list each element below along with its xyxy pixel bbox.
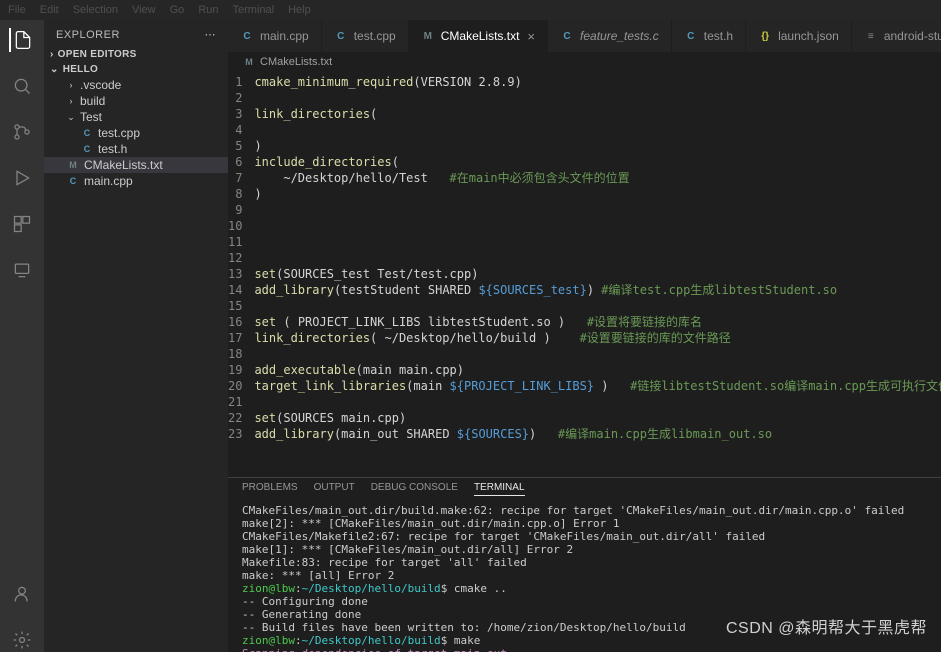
line-gutter: 1 2 3 4 5 6 7 8 9 10 11 12 13 14 15 16 1…	[228, 72, 254, 477]
tab-launch-json[interactable]: {} launch.json	[746, 20, 852, 52]
file-icon: C	[684, 29, 698, 43]
menu-item[interactable]: Selection	[73, 4, 118, 16]
file-icon: C	[240, 29, 254, 43]
tree-item-test-cpp[interactable]: Ctest.cpp	[44, 125, 228, 141]
panel-tab-terminal[interactable]: TERMINAL	[474, 482, 525, 496]
file-icon: C	[334, 29, 348, 43]
tree-item-build[interactable]: › build	[44, 93, 228, 109]
run-icon[interactable]	[10, 166, 34, 190]
tab-label: test.cpp	[354, 29, 396, 43]
tab-label: main.cpp	[260, 29, 309, 43]
tree-item-Test[interactable]: ⌄ Test	[44, 109, 228, 125]
menu-item[interactable]: Help	[288, 4, 311, 16]
menu-item[interactable]: View	[132, 4, 156, 16]
explorer-sidebar: EXPLORER ⋯ ›OPEN EDITORS ⌄HELLO ›.vscode…	[44, 20, 228, 652]
extensions-icon[interactable]	[10, 212, 34, 236]
explorer-title: EXPLORER	[56, 29, 120, 41]
source-control-icon[interactable]	[10, 120, 34, 144]
more-icon[interactable]: ⋯	[205, 28, 217, 41]
breadcrumb[interactable]: M CMakeLists.txt	[228, 52, 941, 72]
code-editor[interactable]: 1 2 3 4 5 6 7 8 9 10 11 12 13 14 15 16 1…	[228, 72, 941, 477]
close-icon[interactable]: ×	[527, 29, 535, 44]
open-editors-label: OPEN EDITORS	[58, 49, 137, 60]
menubar: File Edit Selection View Go Run Terminal…	[0, 0, 941, 20]
tab-android-studio-sh[interactable]: ≡ android-studio.sh	[852, 20, 941, 52]
panel-tab-output[interactable]: OUTPUT	[314, 482, 355, 496]
panel-tab-debug-console[interactable]: DEBUG CONSOLE	[371, 482, 458, 496]
menu-item[interactable]: File	[8, 4, 26, 16]
open-editors-header[interactable]: ›OPEN EDITORS	[44, 47, 228, 62]
editor-tabs: Cmain.cppCtest.cppMCMakeLists.txt×Cfeatu…	[228, 20, 941, 52]
tab-label: launch.json	[778, 29, 839, 43]
tab-label: feature_tests.c	[580, 29, 659, 43]
folder-root-label: HELLO	[63, 64, 98, 75]
remote-icon[interactable]	[10, 258, 34, 282]
file-icon: {}	[758, 29, 772, 43]
tree-label: build	[80, 94, 105, 108]
tree-label: Test	[80, 110, 102, 124]
tree-label: main.cpp	[84, 174, 133, 188]
tab-main-cpp[interactable]: Cmain.cpp	[228, 20, 322, 52]
tree-label: CMakeLists.txt	[84, 158, 163, 172]
tab-label: android-studio.sh	[884, 29, 941, 43]
panel-tab-problems[interactable]: PROBLEMS	[242, 482, 298, 496]
menu-item[interactable]: Terminal	[233, 4, 275, 16]
code-content[interactable]: cmake_minimum_required(VERSION 2.8.9) li…	[254, 72, 941, 477]
tab-CMakeLists-txt[interactable]: M CMakeLists.txt ×	[409, 20, 548, 52]
file-icon: M	[421, 29, 435, 43]
breadcrumb-file: CMakeLists.txt	[260, 56, 332, 68]
file-icon: M	[66, 158, 80, 172]
tab-label: test.h	[704, 29, 733, 43]
file-icon: ≡	[864, 29, 878, 43]
tab-test-h[interactable]: Ctest.h	[672, 20, 746, 52]
activity-bar	[0, 20, 44, 652]
tree-item-main-cpp[interactable]: Cmain.cpp	[44, 173, 228, 189]
bottom-panel: PROBLEMS OUTPUT DEBUG CONSOLE TERMINAL CMak…	[228, 477, 941, 652]
tree-label: .vscode	[80, 78, 121, 92]
cmake-file-icon: M	[242, 55, 256, 69]
tab-test-cpp[interactable]: Ctest.cpp	[322, 20, 409, 52]
tab-label: CMakeLists.txt	[441, 29, 520, 43]
files-icon[interactable]	[9, 28, 33, 52]
tab-feature_tests-c[interactable]: Cfeature_tests.c	[548, 20, 672, 52]
file-icon: C	[80, 142, 94, 156]
gear-icon[interactable]	[10, 628, 34, 652]
chevron-icon: ›	[66, 96, 76, 106]
tree-item-CMakeLists-txt[interactable]: M CMakeLists.txt	[44, 157, 228, 173]
folder-root-header[interactable]: ⌄HELLO	[44, 62, 228, 77]
tree-label: test.cpp	[98, 126, 140, 140]
panel-tabs: PROBLEMS OUTPUT DEBUG CONSOLE TERMINAL	[228, 478, 941, 500]
menu-item[interactable]: Edit	[40, 4, 59, 16]
account-icon[interactable]	[10, 582, 34, 606]
menu-item[interactable]: Go	[170, 4, 185, 16]
tree-item--vscode[interactable]: › .vscode	[44, 77, 228, 93]
terminal-output[interactable]: CMakeFiles/main_out.dir/build.make:62: r…	[228, 500, 941, 652]
tree-item-test-h[interactable]: Ctest.h	[44, 141, 228, 157]
search-icon[interactable]	[10, 74, 34, 98]
file-icon: C	[560, 29, 574, 43]
file-icon: C	[66, 174, 80, 188]
chevron-icon: ›	[66, 80, 76, 90]
menu-item[interactable]: Run	[198, 4, 218, 16]
file-icon: C	[80, 126, 94, 140]
tree-label: test.h	[98, 142, 127, 156]
chevron-icon: ⌄	[66, 112, 76, 123]
